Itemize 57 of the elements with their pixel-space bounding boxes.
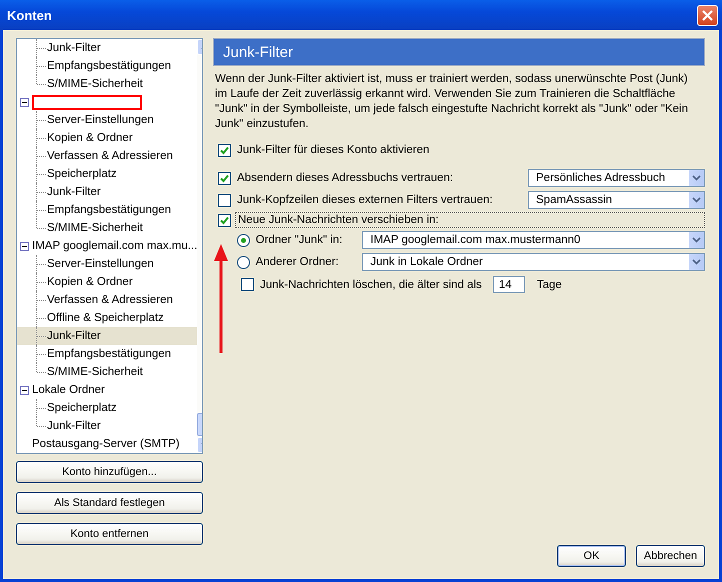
- tree-item[interactable]: Verfassen & Adressieren: [17, 291, 198, 309]
- tree-item[interactable]: Speicherplatz: [17, 399, 198, 417]
- tree-item[interactable]: Junk-Filter: [17, 183, 198, 201]
- tree-label: Lokale Ordner: [32, 384, 105, 396]
- checkbox[interactable]: [218, 194, 231, 206]
- tree-item[interactable]: Kopien & Ordner: [17, 129, 198, 147]
- tree-item[interactable]: Junk-Filter: [17, 327, 198, 345]
- window-title: Konten: [7, 8, 53, 22]
- tree-label: Postausgang-Server (SMTP): [32, 438, 180, 450]
- tree-item[interactable]: Lokale Ordner: [17, 381, 198, 399]
- dialog-button[interactable]: OK: [557, 545, 626, 567]
- tree-item[interactable]: Server-Einstellungen: [17, 255, 198, 273]
- radio-button[interactable]: [237, 256, 250, 268]
- days-field[interactable]: 14: [492, 276, 525, 293]
- tree-item[interactable]: Verfassen & Adressieren: [17, 147, 198, 165]
- tree-item[interactable]: S/MIME-Sicherheit: [17, 363, 198, 381]
- radio-label: Anderer Ordner:: [256, 256, 340, 268]
- unit-label: Tage: [536, 278, 562, 290]
- dialog-button[interactable]: Abbrechen: [636, 545, 705, 567]
- account-button[interactable]: Konto entfernen: [16, 523, 203, 545]
- tree-item[interactable]: Empfangsbestätigungen: [17, 57, 198, 75]
- account-button[interactable]: Konto hinzufügen...: [16, 461, 203, 483]
- checkbox[interactable]: [218, 214, 231, 226]
- tree-item[interactable]: Junk-Filter: [17, 39, 198, 57]
- collapse-icon[interactable]: [20, 386, 29, 394]
- dropdown[interactable]: Persönliches Adressbuch: [528, 169, 705, 187]
- close-icon: [701, 8, 714, 22]
- tree-item[interactable]: Kopien & Ordner: [17, 273, 198, 291]
- radio-label: Ordner "Junk" in:: [256, 234, 344, 246]
- checkbox-label: Neue Junk-Nachrichten verschieben in:: [235, 212, 705, 228]
- checkbox[interactable]: [241, 278, 254, 291]
- dropdown[interactable]: SpamAssassin: [528, 191, 705, 209]
- tree-item[interactable]: IMAP googlemail.com max.mu...: [17, 237, 198, 255]
- tree-item[interactable]: Empfangsbestätigungen: [17, 201, 198, 219]
- tree-item[interactable]: Empfangsbestätigungen: [17, 345, 198, 363]
- checkbox-label: Junk-Nachrichten löschen, die älter sind als: [260, 278, 482, 290]
- radio-button[interactable]: [237, 234, 250, 246]
- dropdown[interactable]: IMAP googlemail.com max.mustermann0: [362, 231, 705, 249]
- tree-item[interactable]: Junk-Filter: [17, 417, 198, 435]
- tree-item[interactable]: S/MIME-Sicherheit: [17, 219, 198, 237]
- dropdown[interactable]: Junk in Lokale Ordner: [362, 253, 705, 271]
- checkbox[interactable]: [218, 172, 231, 184]
- tree-item[interactable]: S/MIME-Sicherheit: [17, 75, 198, 93]
- collapse-icon[interactable]: [20, 98, 29, 106]
- account-button[interactable]: Als Standard festlegen: [16, 492, 203, 514]
- panel-title: Junk-Filter: [223, 44, 294, 60]
- checkbox-label: Junk-Filter für dieses Konto aktivieren: [237, 144, 430, 156]
- checkbox-label: Absendern dieses Adressbuchs vertrauen:: [237, 172, 454, 184]
- tree-item[interactable]: Postausgang-Server (SMTP): [17, 435, 198, 453]
- checkbox-label: Junk-Kopfzeilen dieses externen Filters vertrauen:: [237, 194, 493, 206]
- description-text: Wenn der Junk-Filter aktiviert ist, muss er trainiert werden, sodass unerwünschte Post (Junk) im Laufe der Zeit zuverlässig erkannt wird. Verwenden Sie zum Trainieren die Schaltfläche "Junk" in der Symbolleiste, um jede falsch eingestufte Nachricht korrekt als "Junk" oder "Kein Junk" einzustufen.: [215, 72, 689, 132]
- close-button[interactable]: [697, 4, 718, 26]
- tree-item[interactable]: Speicherplatz: [17, 165, 198, 183]
- tree-label: IMAP googlemail.com max.mu...: [32, 240, 198, 252]
- checkbox[interactable]: [218, 144, 231, 156]
- collapse-icon[interactable]: [20, 242, 29, 250]
- tree-item[interactable]: Server-Einstellungen: [17, 111, 198, 129]
